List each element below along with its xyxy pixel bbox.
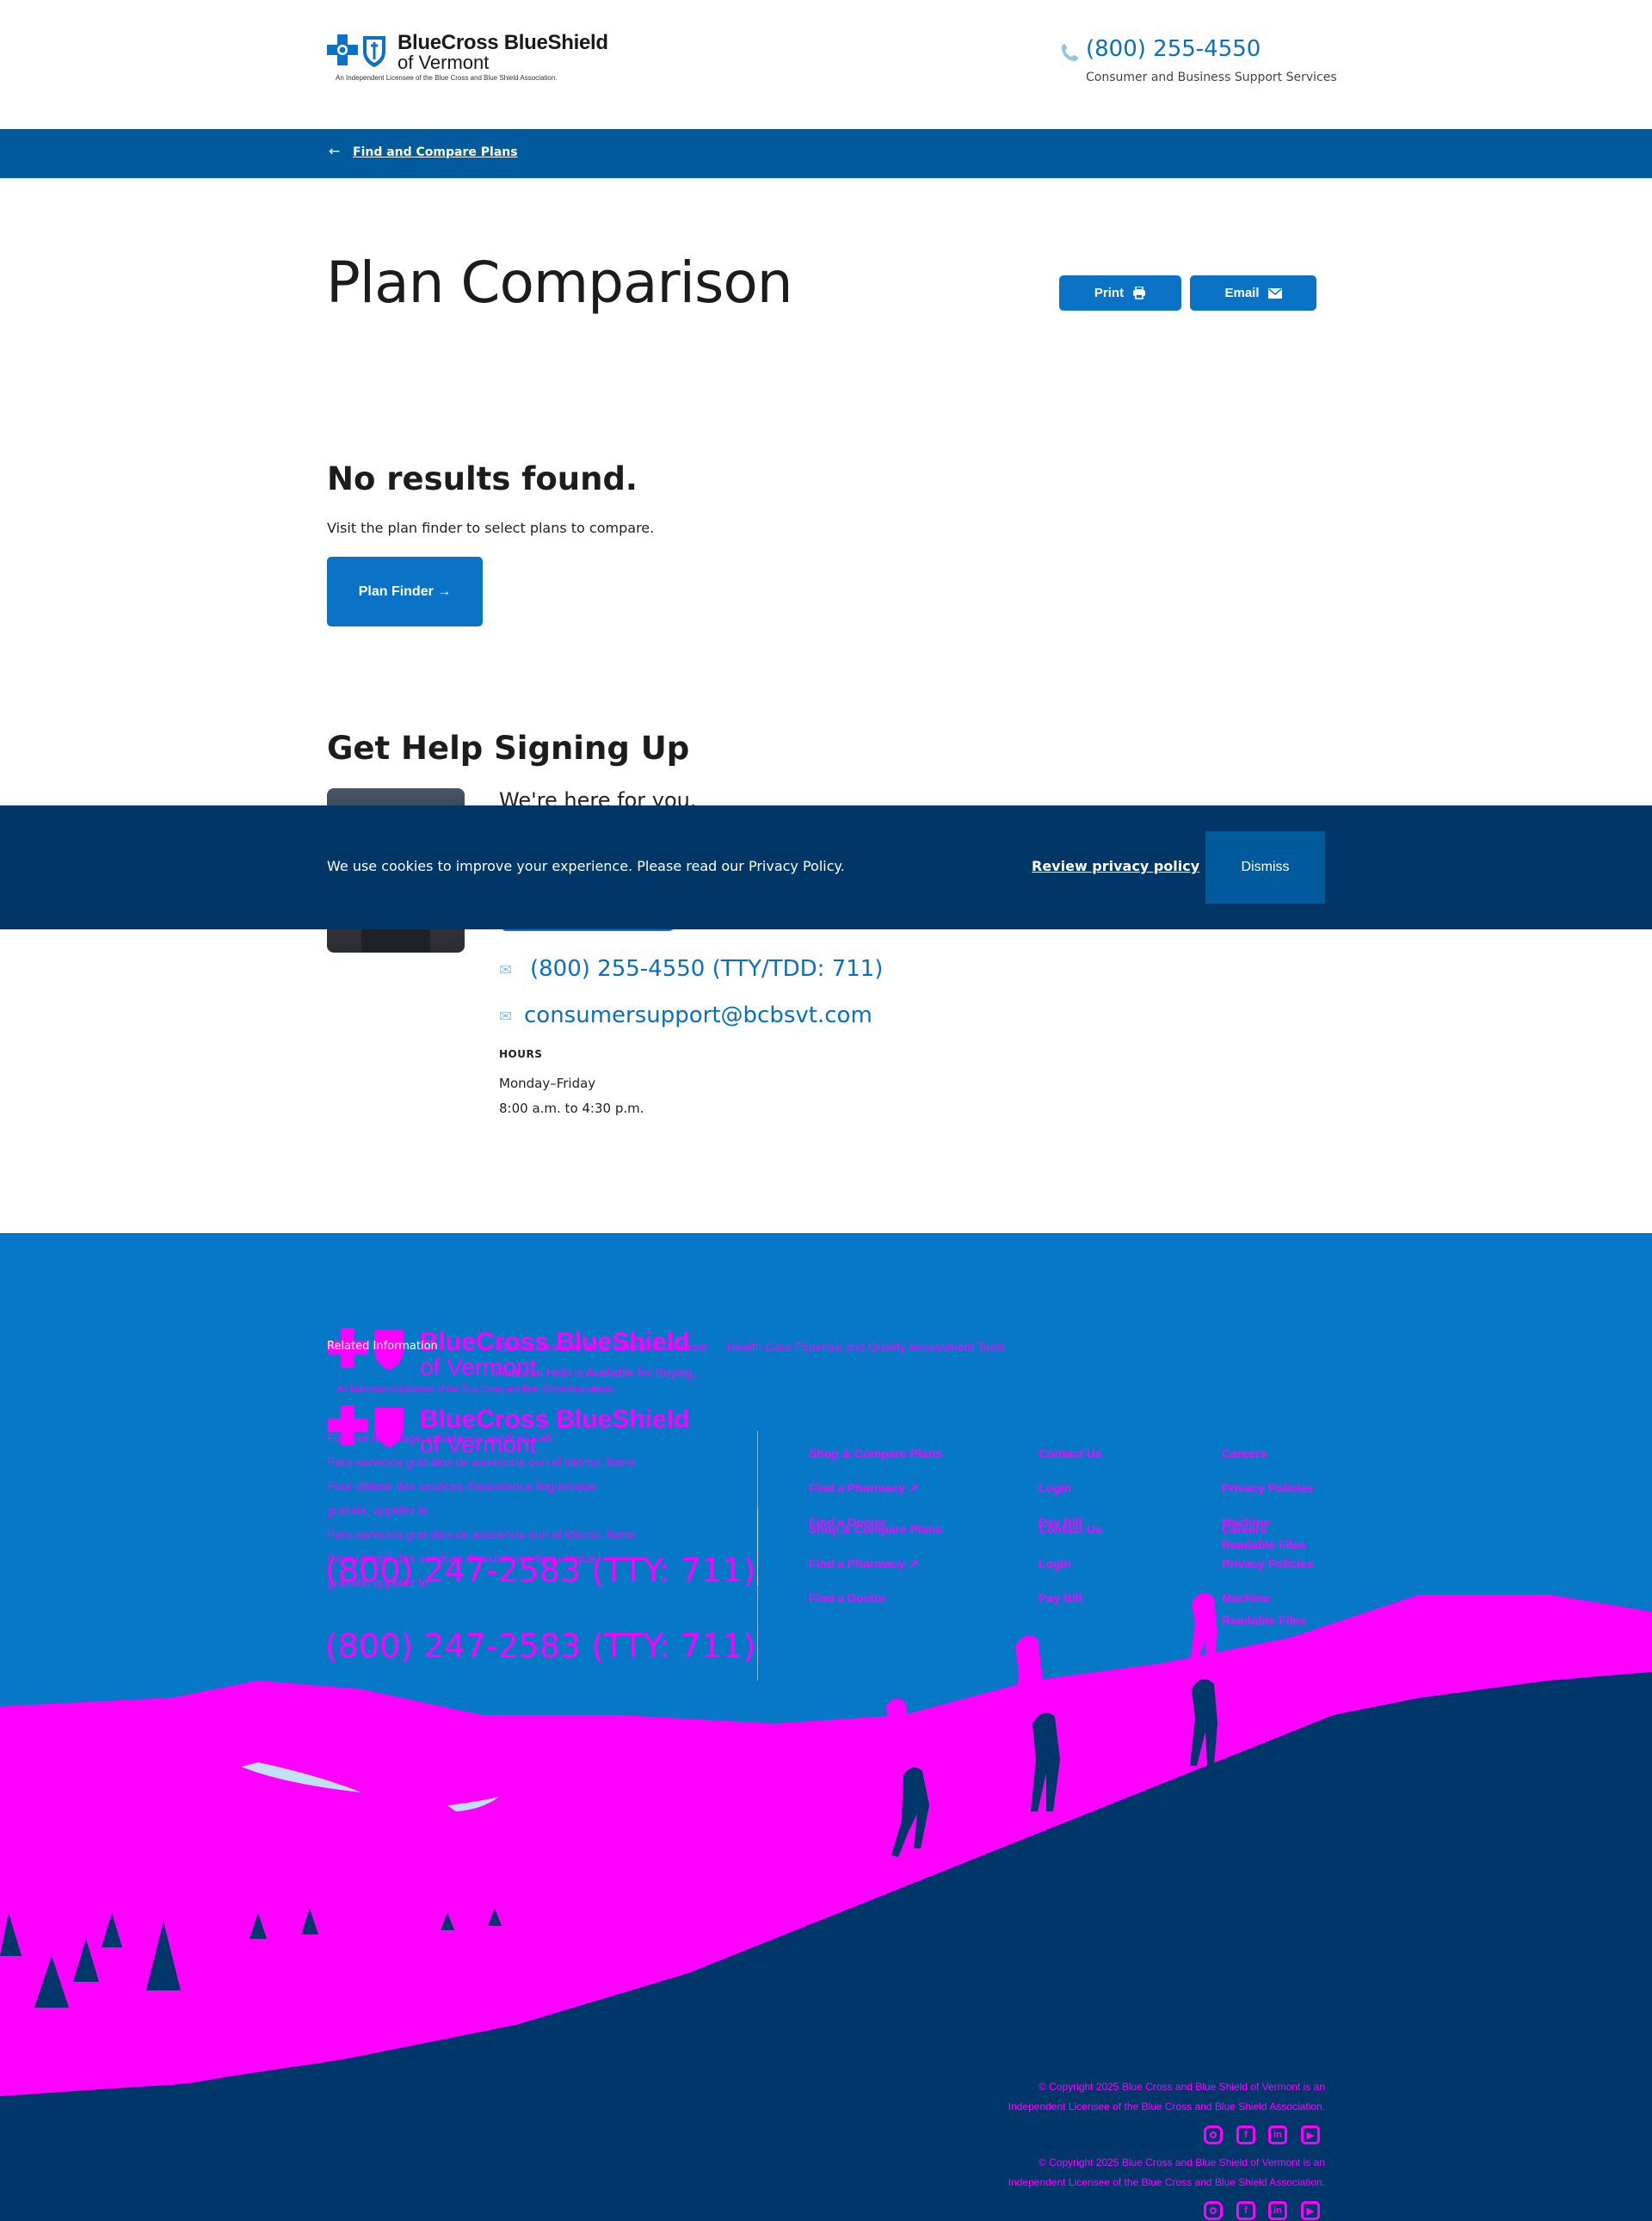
facebook-icon[interactable]: f bbox=[1236, 2125, 1255, 2144]
no-results-heading: No results found. bbox=[327, 460, 638, 497]
footer-link-machine-readable[interactable]: Readable Files bbox=[1222, 1538, 1306, 1552]
page-title: Plan Comparison bbox=[326, 250, 793, 316]
footer-link-privacy[interactable]: Privacy Policies bbox=[1222, 1557, 1314, 1570]
phone-icon bbox=[1062, 44, 1078, 61]
print-button[interactable]: Print bbox=[1059, 275, 1181, 311]
cookie-message: We use cookies to improve your experienc… bbox=[327, 858, 845, 874]
help-email-link[interactable]: consumersupport@bcbsvt.com bbox=[524, 1003, 872, 1028]
site-footer: BlueCross BlueShield of Vermont An Indep… bbox=[0, 1233, 1652, 2221]
footer-logo-tagline: An Independent Licensee of the Blue Cros… bbox=[337, 1385, 614, 1394]
footer-link-contact[interactable]: Contact Us bbox=[1039, 1447, 1102, 1460]
footer-link-login[interactable]: Login bbox=[1039, 1481, 1071, 1495]
related-link[interactable]: Health Care Expense and Quality Assessme… bbox=[727, 1340, 1005, 1354]
header-phone-caption: Consumer and Business Support Services bbox=[1086, 71, 1337, 84]
logo-subtitle: of Vermont bbox=[398, 52, 490, 73]
printer-icon bbox=[1133, 287, 1146, 299]
footer-link-contact[interactable]: Contact Us bbox=[1039, 1522, 1102, 1536]
help-heading: Get Help Signing Up bbox=[327, 730, 690, 767]
copyright-line: © Copyright 2025 Blue Cross and Blue Shi… bbox=[1038, 2156, 1325, 2169]
footer-link-shop-compare[interactable]: Shop & Compare Plans bbox=[809, 1522, 942, 1536]
footer-link-find-pharmacy[interactable]: Find a Pharmacy ↗ bbox=[809, 1557, 919, 1571]
find-compare-plans-link[interactable]: Find and Compare Plans bbox=[353, 145, 518, 159]
footer-link-privacy[interactable]: Privacy Policies bbox=[1222, 1481, 1314, 1495]
language-assist-text: Para servicios gratuitos de asistencia c… bbox=[327, 1527, 636, 1541]
external-link-icon: ↗ bbox=[908, 1557, 919, 1570]
language-assist-text: Para servicios gratuitos de asistencia c… bbox=[327, 1455, 636, 1469]
hours-days: Monday–Friday bbox=[499, 1076, 596, 1091]
breadcrumb-bar bbox=[0, 129, 1652, 178]
print-button-label: Print bbox=[1094, 286, 1125, 300]
footer-link-careers[interactable]: Careers bbox=[1222, 1522, 1267, 1536]
language-assist-phone[interactable]: (800) 247-2583 (TTY: 711) bbox=[325, 1552, 755, 1589]
help-phone-link[interactable]: (800) 255-4550 (TTY/TDD: 711) bbox=[530, 956, 883, 982]
language-assist-phone[interactable]: (800) 247-2583 (TTY: 711) bbox=[325, 1627, 755, 1665]
footer-link-machine-readable[interactable]: Readable Files bbox=[1222, 1613, 1306, 1627]
cross-shield-icon bbox=[327, 34, 385, 67]
envelope-icon bbox=[1267, 287, 1282, 299]
external-link-icon: ↗ bbox=[908, 1481, 919, 1495]
language-assist-text: Pour obtenir des services d'assistance l… bbox=[327, 1479, 596, 1493]
footer-link-find-pharmacy[interactable]: Find a Pharmacy ↗ bbox=[809, 1481, 919, 1496]
site-header bbox=[0, 0, 1652, 129]
envelope-icon: ✉ bbox=[499, 961, 513, 979]
related-link[interactable]: Financial Help is Available for Buying..… bbox=[495, 1366, 702, 1379]
footer-link-pay-bill[interactable]: Pay Bill bbox=[1039, 1591, 1082, 1605]
copyright-line: Independent Licensee of the Blue Cross a… bbox=[1008, 2101, 1325, 2113]
footer-divider bbox=[757, 1508, 758, 1681]
email-button-label: Email bbox=[1224, 286, 1260, 300]
related-link[interactable]: Blue Cross and Blue Shield of Vermont bbox=[499, 1340, 707, 1354]
footer-link-shop-compare[interactable]: Shop & Compare Plans bbox=[809, 1447, 942, 1460]
plan-finder-button[interactable]: Plan Finder → bbox=[327, 557, 483, 626]
arrow-left-icon: ← bbox=[329, 143, 341, 159]
linkedin-icon[interactable]: in bbox=[1268, 2125, 1287, 2144]
instagram-icon[interactable] bbox=[1204, 2125, 1223, 2144]
footer-link-careers[interactable]: Careers bbox=[1222, 1447, 1267, 1460]
footer-logo-name: BlueCross BlueShield bbox=[420, 1405, 690, 1434]
review-privacy-policy-link[interactable]: Review privacy policy bbox=[1032, 858, 1199, 874]
mountain-hikers-illustration bbox=[0, 1593, 1652, 2221]
youtube-icon[interactable]: ▶ bbox=[1301, 2201, 1320, 2220]
email-button[interactable]: Email bbox=[1190, 275, 1316, 311]
envelope-icon: ✉ bbox=[499, 1008, 513, 1026]
no-results-text: Visit the plan finder to select plans to… bbox=[327, 520, 655, 536]
hours-label: HOURS bbox=[499, 1048, 543, 1060]
footer-link-login[interactable]: Login bbox=[1039, 1557, 1071, 1570]
dismiss-cookie-button[interactable]: Dismiss bbox=[1205, 831, 1325, 904]
copyright-line: Independent Licensee of the Blue Cross a… bbox=[1008, 2176, 1325, 2188]
header-phone-link[interactable]: (800) 255-4550 bbox=[1086, 36, 1261, 62]
language-assist-text: For free language assistance services ca… bbox=[327, 1431, 555, 1445]
bcbsvt-logo[interactable]: BlueCross BlueShield of Vermont An Indep… bbox=[327, 31, 608, 86]
instagram-icon[interactable] bbox=[1204, 2201, 1223, 2220]
logo-tagline: An Independent Licensee of the Blue Cros… bbox=[336, 74, 558, 82]
footer-link-find-doctor[interactable]: Find a Doctor bbox=[809, 1591, 886, 1605]
footer-link-machine-readable[interactable]: Machine bbox=[1222, 1591, 1270, 1605]
linkedin-icon[interactable]: in bbox=[1268, 2201, 1287, 2220]
facebook-icon[interactable]: f bbox=[1236, 2201, 1255, 2220]
youtube-icon[interactable]: ▶ bbox=[1301, 2125, 1320, 2144]
language-assist-text: gratuits, appelez le bbox=[327, 1503, 428, 1517]
copyright-line: © Copyright 2025 Blue Cross and Blue Shi… bbox=[1038, 2081, 1325, 2093]
related-info-label: Related Information bbox=[327, 1340, 438, 1353]
hours-time: 8:00 a.m. to 4:30 p.m. bbox=[499, 1101, 644, 1116]
